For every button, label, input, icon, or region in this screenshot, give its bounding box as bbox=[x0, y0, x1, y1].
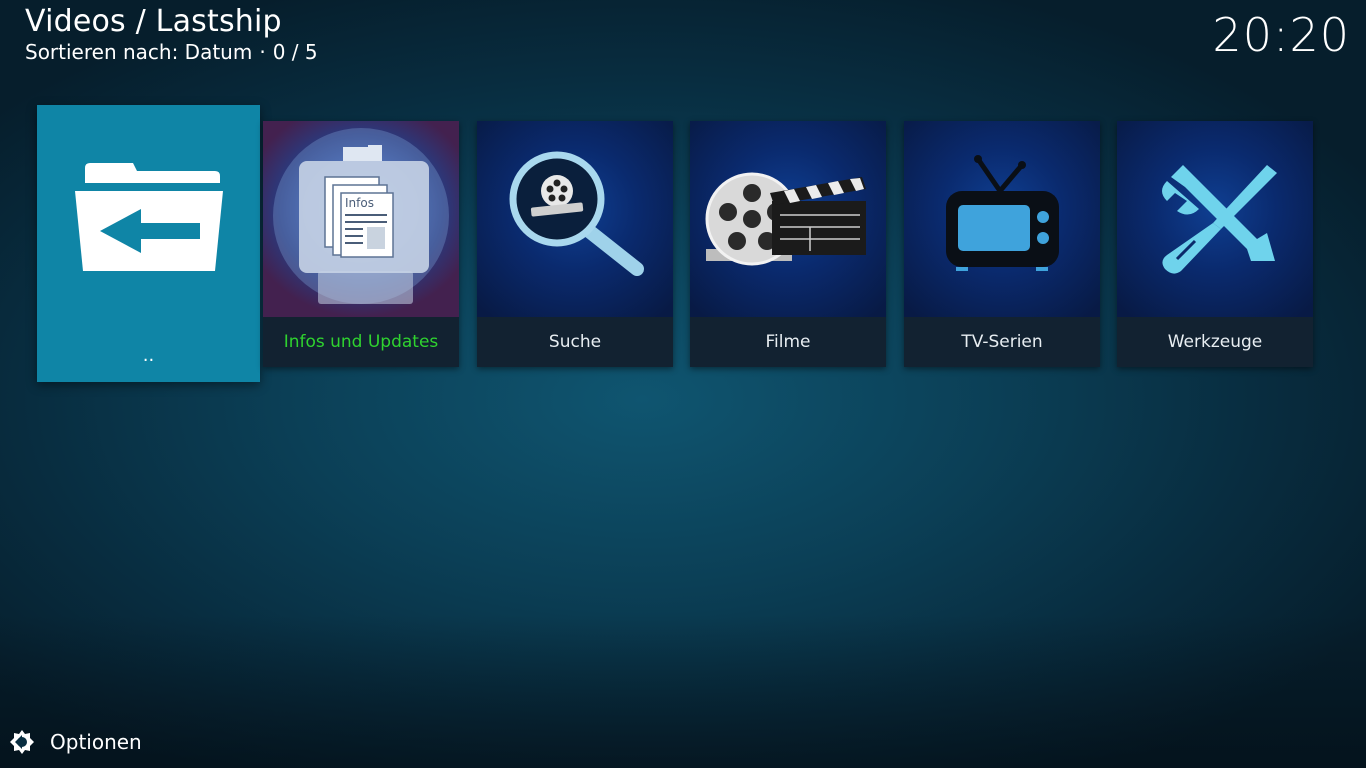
tile-thumbnail bbox=[37, 105, 260, 329]
options-label: Optionen bbox=[50, 730, 142, 754]
tile-thumbnail bbox=[690, 121, 886, 317]
clock: 20:20 bbox=[1212, 8, 1350, 62]
tile-label: Filme bbox=[690, 317, 886, 367]
page-title: Videos / Lastship bbox=[25, 4, 282, 39]
tile-thumbnail bbox=[477, 121, 673, 317]
tile-label: Werkzeuge bbox=[1117, 317, 1313, 367]
tile-thumbnail bbox=[904, 121, 1100, 317]
tile-filme[interactable]: Filme bbox=[690, 121, 886, 367]
tile-werkzeuge[interactable]: Werkzeuge bbox=[1117, 121, 1313, 367]
settings-gear-icon bbox=[10, 730, 34, 754]
infos-text: Infos bbox=[345, 196, 374, 210]
sort-info: Sortieren nach: Datum · 0 / 5 bbox=[25, 40, 318, 64]
tile-label: .. bbox=[142, 345, 155, 366]
tile-tv-serien[interactable]: TV-Serien bbox=[904, 121, 1100, 367]
tile-label: Suche bbox=[477, 317, 673, 367]
tile-label: TV-Serien bbox=[904, 317, 1100, 367]
sort-label: Sortieren nach: Datum bbox=[25, 40, 253, 64]
separator-dot: · bbox=[259, 40, 266, 64]
item-count: 0 / 5 bbox=[272, 40, 318, 64]
options-button[interactable]: Optionen bbox=[9, 728, 142, 756]
tv-icon bbox=[946, 155, 1059, 271]
tools-wrench-screwdriver-icon bbox=[1162, 165, 1277, 274]
tile-infos-und-updates[interactable]: Infos Infos und Updates bbox=[263, 121, 459, 367]
infos-document-icon: Infos bbox=[273, 128, 449, 304]
folder-back-icon bbox=[75, 163, 223, 271]
tile-thumbnail bbox=[1117, 121, 1313, 317]
tile-thumbnail: Infos bbox=[263, 121, 459, 317]
magnifier-film-reel-icon bbox=[509, 151, 644, 276]
film-reel-clapperboard-icon bbox=[705, 172, 866, 266]
tile-suche[interactable]: Suche bbox=[477, 121, 673, 367]
tile-label: Infos und Updates bbox=[263, 317, 459, 367]
tile-parent-folder[interactable]: .. bbox=[37, 105, 260, 382]
